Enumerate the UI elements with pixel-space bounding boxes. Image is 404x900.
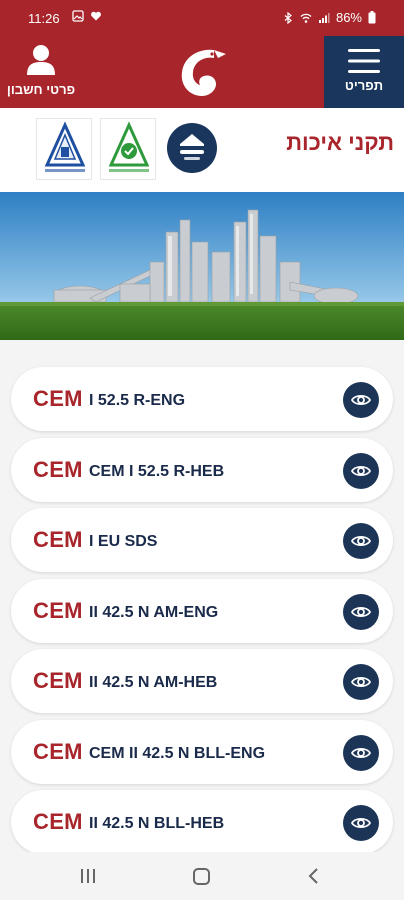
document-item[interactable]: CEM II 42.5 N AM-ENG (11, 578, 393, 643)
home-icon[interactable] (193, 868, 210, 885)
document-prefix: CEM (33, 738, 83, 764)
document-name: II 42.5 N AM-ENG (89, 603, 219, 621)
israel-brand-logo (166, 122, 218, 174)
signal-icon (318, 12, 330, 23)
bluetooth-icon (284, 11, 292, 24)
eye-icon (351, 747, 371, 758)
app-header: פרטי חשבון תפריט (0, 36, 404, 108)
heart-icon (91, 11, 101, 21)
image-icon (72, 10, 84, 22)
eagle-logo[interactable] (174, 44, 230, 100)
factory-banner-image (0, 192, 404, 340)
eye-icon (351, 676, 371, 688)
eye-icon (351, 817, 371, 829)
hamburger-icon (348, 49, 380, 73)
document-list: CEM I 52.5 R-ENG CEM CEM I 52.5 R-HEB CE… (11, 367, 393, 861)
document-name: II 42.5 N AM-HEB (89, 674, 218, 691)
battery-icon (368, 11, 376, 24)
view-document-button[interactable] (343, 664, 379, 700)
menu-label: תפריט (344, 78, 384, 93)
system-nav-bar (0, 852, 404, 900)
account-label: פרטי חשבון (6, 82, 76, 97)
document-prefix: CEM (33, 386, 83, 411)
eye-icon (351, 394, 371, 406)
document-prefix: CEM (33, 809, 83, 834)
view-document-button[interactable] (343, 805, 379, 841)
eye-icon (351, 465, 371, 476)
menu-button[interactable]: תפריט (324, 36, 404, 108)
document-prefix: CEM (33, 527, 83, 552)
document-prefix: CEM (33, 456, 83, 482)
document-item[interactable]: CEM CEM I 52.5 R-HEB (11, 437, 393, 502)
back-icon[interactable] (306, 867, 320, 885)
document-name: I EU SDS (89, 533, 158, 550)
status-time: 11:26 (28, 11, 60, 26)
eye-icon (351, 535, 371, 547)
document-item[interactable]: CEM CEM II 42.5 N BLL-ENG (11, 719, 393, 784)
document-item[interactable]: CEM II 42.5 N AM-HEB (11, 649, 393, 713)
document-name: CEM II 42.5 N BLL-ENG (89, 744, 266, 762)
status-bar: 11:26 86% (0, 0, 404, 36)
eye-icon (351, 606, 371, 617)
document-prefix: CEM (33, 668, 83, 693)
document-item[interactable]: CEM II 42.5 N BLL-HEB (11, 790, 393, 854)
view-document-button[interactable] (343, 382, 379, 418)
green-standard-logo (100, 118, 156, 180)
battery-percent: 86% (335, 10, 362, 25)
account-button[interactable]: פרטי חשבון (4, 44, 78, 102)
document-name: CEM I 52.5 R-HEB (89, 462, 225, 480)
title-row: תקני איכות (0, 108, 404, 192)
document-prefix: CEM (33, 597, 83, 623)
page-title: תקני איכות (286, 130, 394, 155)
document-item[interactable]: CEM I 52.5 R-ENG (11, 367, 393, 431)
view-document-button[interactable] (343, 452, 379, 489)
standards-institute-logo (36, 118, 92, 180)
document-name: II 42.5 N BLL-HEB (89, 815, 225, 832)
recents-icon[interactable] (78, 868, 98, 884)
wifi-icon (300, 13, 312, 23)
document-item[interactable]: CEM I EU SDS (11, 508, 393, 572)
view-document-button[interactable] (343, 593, 379, 630)
view-document-button[interactable] (343, 734, 379, 771)
user-icon (27, 45, 55, 75)
view-document-button[interactable] (343, 523, 379, 559)
document-name: I 52.5 R-ENG (89, 392, 186, 409)
